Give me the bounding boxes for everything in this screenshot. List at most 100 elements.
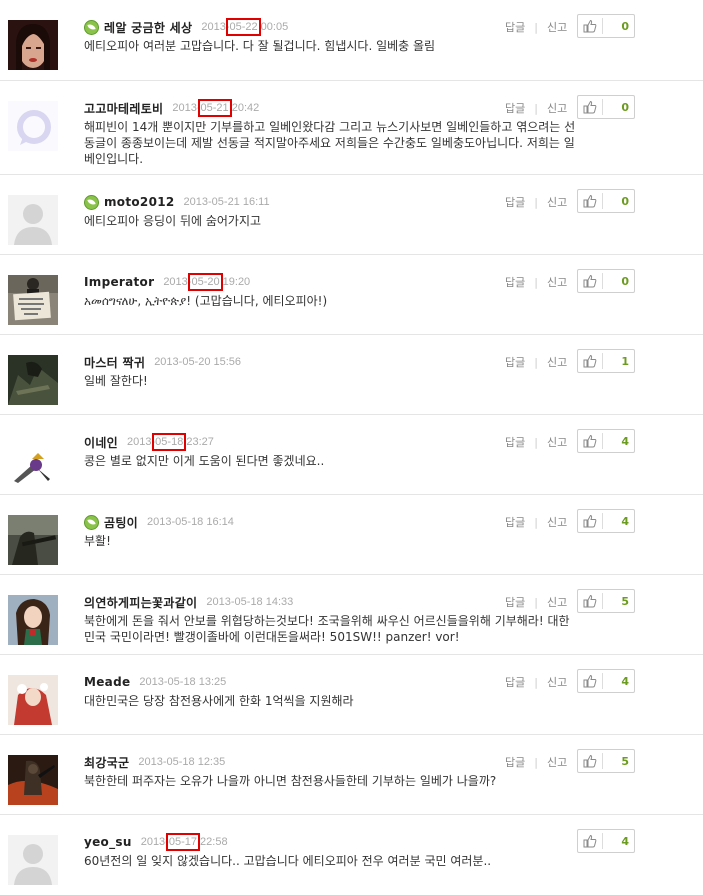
report-link[interactable]: 신고 <box>547 674 567 690</box>
author-nickname[interactable]: Meade <box>84 675 130 689</box>
reply-link[interactable]: 답글 <box>505 19 525 35</box>
comment-text: 북한에게 돈을 줘서 안보를 위협당하는것보다! 조국을위해 싸우신 어르신들을… <box>84 614 570 644</box>
level-leaf-icon <box>84 19 99 35</box>
thumbs-up-icon <box>578 754 602 768</box>
comment-text: 콩은 별로 없지만 이게 도움이 된다면 좋겠네요.. <box>84 454 325 468</box>
reply-link[interactable]: 답글 <box>505 274 525 290</box>
reply-link[interactable]: 답글 <box>505 594 525 610</box>
divider: | <box>534 515 538 529</box>
reply-link[interactable]: 답글 <box>505 100 525 116</box>
report-link[interactable]: 신고 <box>547 194 567 210</box>
author-nickname[interactable]: 레알 궁금한 세상 <box>104 19 192 36</box>
like-button[interactable]: 0 <box>577 95 635 119</box>
comment-date: 2013-05-18 16:14 <box>147 516 234 528</box>
reply-link[interactable]: 답글 <box>505 674 525 690</box>
thumbs-up-icon <box>578 100 602 114</box>
comment-text: 대한민국은 당장 참전용사에게 한화 1억씩을 지원해라 <box>84 694 354 708</box>
date-highlight: 05-20 <box>188 273 223 291</box>
comment-list: 레알 궁금한 세상 2013-05-22 00:05 에티오피아 여러분 고맙습… <box>0 0 703 895</box>
avatar[interactable] <box>8 675 58 725</box>
comment-date: 2013-05-17 22:58 <box>140 833 228 851</box>
report-link[interactable]: 신고 <box>547 274 567 290</box>
avatar[interactable] <box>8 595 58 645</box>
report-link[interactable]: 신고 <box>547 100 567 116</box>
date-highlight: 05-22 <box>226 18 261 36</box>
thumbs-up-icon <box>578 194 602 208</box>
author-nickname[interactable]: 곰팅이 <box>104 514 138 531</box>
author-nickname[interactable]: 이네인 <box>84 434 118 451</box>
comment-text: 일베 잘한다! <box>84 374 148 388</box>
avatar[interactable] <box>8 275 58 325</box>
avatar[interactable] <box>8 835 58 885</box>
reply-link[interactable]: 답글 <box>505 354 525 370</box>
divider: | <box>534 755 538 769</box>
comment-text: 북한한테 퍼주자는 오유가 나을까 아니면 참전용사들한테 기부하는 일베가 나… <box>84 774 497 788</box>
comment-item: Meade 2013-05-18 13:25 대한민국은 당장 참전용사에게 한… <box>0 655 703 735</box>
comment-item: 최강국군 2013-05-18 12:35 북한한테 퍼주자는 오유가 나을까 … <box>0 735 703 815</box>
like-button[interactable]: 5 <box>577 589 635 613</box>
like-button[interactable]: 5 <box>577 749 635 773</box>
avatar[interactable] <box>8 355 58 405</box>
reply-link[interactable]: 답글 <box>505 754 525 770</box>
report-link[interactable]: 신고 <box>547 434 567 450</box>
comment-date: 2013-05-18 12:35 <box>138 756 226 768</box>
date-highlight: 05-17 <box>165 833 200 851</box>
level-leaf-icon <box>84 514 99 530</box>
like-count: 4 <box>621 434 629 448</box>
comment-date: 2013-05-18 13:25 <box>139 676 227 688</box>
thumbs-up-icon <box>578 674 602 688</box>
comment-date: 2013-05-22 00:05 <box>201 18 289 36</box>
comment-item: 이네인 2013-05-18 23:27 콩은 별로 없지만 이게 도움이 된다… <box>0 415 703 495</box>
like-count: 5 <box>621 754 629 768</box>
reply-link[interactable]: 답글 <box>505 434 525 450</box>
divider: | <box>534 595 538 609</box>
report-link[interactable]: 신고 <box>547 754 567 770</box>
comment-item: yeo_su 2013-05-17 22:58 60년전의 일 잊지 않겠습니다… <box>0 815 703 895</box>
like-button[interactable]: 4 <box>577 829 635 853</box>
like-button[interactable]: 0 <box>577 269 635 293</box>
like-count: 0 <box>621 100 629 114</box>
comment-text: 에티오피아 여러분 고맙습니다. 다 잘 될겁니다. 힘냅시다. 일베충 올림 <box>84 39 436 53</box>
divider: | <box>534 355 538 369</box>
like-count: 0 <box>621 19 629 33</box>
avatar[interactable] <box>8 195 58 245</box>
divider: | <box>534 20 538 34</box>
author-nickname[interactable]: moto2012 <box>104 195 175 209</box>
avatar[interactable] <box>8 101 58 151</box>
author-nickname[interactable]: 마스터 짝귀 <box>84 354 145 371</box>
avatar[interactable] <box>8 435 58 485</box>
comment-text: 부활! <box>84 534 111 548</box>
level-leaf-icon <box>84 194 99 210</box>
report-link[interactable]: 신고 <box>547 19 567 35</box>
like-button[interactable]: 0 <box>577 14 635 38</box>
author-nickname[interactable]: Imperator <box>84 275 154 289</box>
reply-link[interactable]: 답글 <box>505 514 525 530</box>
like-button[interactable]: 4 <box>577 669 635 693</box>
comment-date: 2013-05-18 14:33 <box>206 596 294 608</box>
comment-date: 2013-05-21 20:42 <box>172 99 260 117</box>
like-button[interactable]: 1 <box>577 349 635 373</box>
like-button[interactable]: 4 <box>577 429 635 453</box>
avatar[interactable] <box>8 755 58 805</box>
like-button[interactable]: 0 <box>577 189 635 213</box>
comment-date: 2013-05-20 19:20 <box>163 273 251 291</box>
like-count: 0 <box>621 194 629 208</box>
divider: | <box>534 195 538 209</box>
author-nickname[interactable]: yeo_su <box>84 835 132 849</box>
like-button[interactable]: 4 <box>577 509 635 533</box>
report-link[interactable]: 신고 <box>547 354 567 370</box>
report-link[interactable]: 신고 <box>547 594 567 610</box>
avatar[interactable] <box>8 515 58 565</box>
avatar[interactable] <box>8 20 58 70</box>
divider: | <box>534 675 538 689</box>
divider: | <box>534 275 538 289</box>
like-count: 4 <box>621 674 629 688</box>
report-link[interactable]: 신고 <box>547 514 567 530</box>
divider: | <box>534 101 538 115</box>
author-nickname[interactable]: 의연하게피는꽃과같이 <box>84 594 197 611</box>
thumbs-up-icon <box>578 434 602 448</box>
author-nickname[interactable]: 고고마테레토비 <box>84 100 163 117</box>
author-nickname[interactable]: 최강국군 <box>84 754 129 771</box>
reply-link[interactable]: 답글 <box>505 194 525 210</box>
comment-text: 해피빈이 14개 뿐이지만 기부를하고 일베인왔다감 그리고 뉴스기사보면 일베… <box>84 120 576 166</box>
